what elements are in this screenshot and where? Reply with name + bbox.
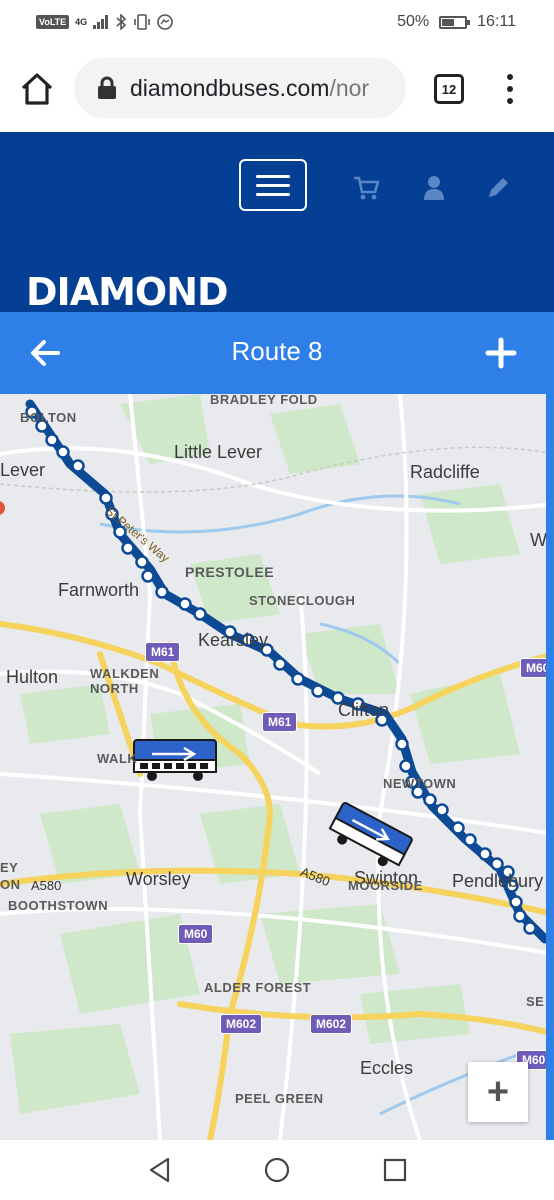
status-indicators: VoLTE 4G	[36, 14, 173, 30]
place-w: W	[530, 530, 547, 550]
place-walkden-north: WALKDEN NORTH	[90, 666, 160, 696]
address-bar[interactable]: diamondbuses.com/nor	[74, 58, 406, 118]
place-boothstown: BOOTHSTOWN	[8, 898, 109, 913]
place-stoneclough: STONECLOUGH	[249, 593, 356, 608]
user-icon[interactable]	[420, 174, 448, 202]
status-right: 50% 16:11	[397, 13, 516, 31]
back-triangle-icon[interactable]	[146, 1156, 174, 1184]
url-path: /nor	[329, 74, 370, 101]
route-header: Route 8	[0, 312, 554, 394]
place-kearsley: Kearsley	[198, 630, 269, 650]
place-peel-green: PEEL GREEN	[235, 1091, 324, 1106]
road-badge-m61: M61	[145, 642, 181, 662]
place-clifton: Clifton	[338, 700, 390, 720]
vibrate-icon	[134, 14, 150, 30]
route-map[interactable]: BOLTON BRADLEY FOLD Little Lever Radclif…	[0, 394, 554, 1140]
system-nav-bar	[0, 1140, 554, 1200]
bus-icon-1	[133, 739, 217, 781]
status-bar: VoLTE 4G 50% 16:11	[0, 0, 554, 46]
road-badge-m602: M602	[310, 1014, 353, 1034]
place-eccles: Eccles	[360, 1058, 414, 1078]
zoom-in-label: +	[486, 1071, 510, 1113]
place-farnworth: Farnworth	[58, 580, 140, 600]
edit-pencil-icon[interactable]	[484, 174, 512, 202]
tab-switcher-button[interactable]: 12	[434, 74, 464, 104]
place-radcliffe: Radcliffe	[410, 462, 480, 482]
road-badge-m61: M61	[262, 712, 298, 732]
place-bolton: BOLTON	[20, 410, 77, 425]
place-newtown: NEWTOWN	[383, 776, 457, 791]
place-moorside: MOORSIDE	[348, 878, 423, 893]
place-worsley: Worsley	[126, 869, 191, 889]
place-bradley-fold: BRADLEY FOLD	[210, 394, 318, 407]
lock-icon	[98, 76, 116, 99]
place-prestolee: PRESTOLEE	[185, 564, 275, 580]
volte-badge: VoLTE	[36, 15, 70, 29]
bluetooth-icon	[116, 14, 127, 30]
place-pendlebury: Pendlebury	[452, 871, 544, 891]
place-lever: Lever	[0, 460, 46, 480]
browser-menu-button[interactable]	[500, 74, 520, 104]
home-icon[interactable]	[18, 70, 56, 108]
road-label-a580: A580	[31, 878, 62, 893]
network-label: 4G	[75, 17, 88, 27]
place-se: SE	[526, 994, 545, 1009]
logo-text: DIAMOND	[26, 270, 229, 314]
road-badge-m60: M60	[178, 924, 214, 944]
diamond-logo[interactable]: DIAMOND	[26, 270, 229, 314]
site-header: DIAMOND	[0, 132, 554, 312]
map-pin-icon	[0, 501, 5, 515]
url-domain: diamondbuses.com	[130, 74, 330, 101]
route-title: Route 8	[231, 336, 323, 366]
cart-icon[interactable]	[352, 174, 380, 202]
home-circle-icon[interactable]	[263, 1156, 291, 1184]
place-walkden: WALK	[97, 751, 138, 766]
hamburger-menu-button[interactable]	[239, 159, 307, 211]
place-on: ON	[0, 877, 21, 892]
battery-percent: 50%	[397, 13, 430, 30]
place-hulton: Hulton	[6, 667, 59, 687]
messenger-icon	[157, 14, 173, 30]
place-alder-forest: ALDER FOREST	[204, 980, 312, 995]
page-scrollbar[interactable]	[546, 394, 554, 1140]
place-ey: EY	[0, 860, 19, 875]
clock: 16:11	[477, 13, 516, 30]
recents-square-icon[interactable]	[381, 1156, 409, 1184]
battery-icon	[439, 15, 471, 29]
zoom-in-button[interactable]: +	[468, 1062, 528, 1122]
add-plus-icon[interactable]	[484, 336, 518, 370]
signal-icon	[93, 15, 109, 29]
browser-toolbar: diamondbuses.com/nor 12	[0, 46, 554, 132]
url-text: diamondbuses.com/nor	[130, 75, 369, 102]
place-little-lever: Little Lever	[174, 442, 263, 462]
map-canvas	[0, 394, 554, 1140]
road-badge-m602: M602	[220, 1014, 263, 1034]
